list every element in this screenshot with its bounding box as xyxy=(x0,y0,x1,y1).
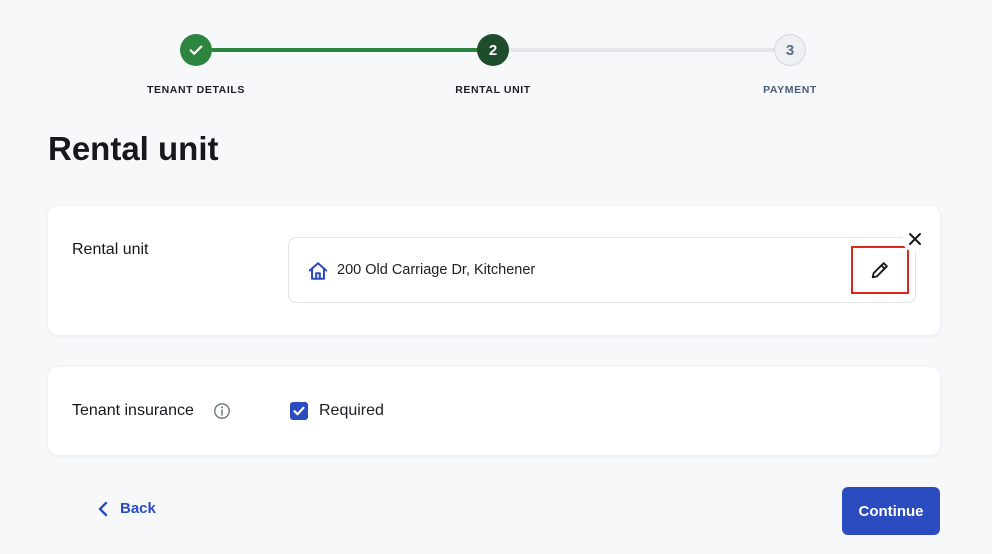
info-icon[interactable] xyxy=(213,402,231,420)
rental-unit-address: 200 Old Carriage Dr, Kitchener xyxy=(337,262,536,278)
rental-unit-selection: 200 Old Carriage Dr, Kitchener xyxy=(288,237,916,303)
check-icon xyxy=(189,45,203,55)
step-3-label: PAYMENT xyxy=(763,84,817,96)
page-title: Rental unit xyxy=(48,130,219,167)
step-1-indicator xyxy=(180,34,212,66)
house-icon xyxy=(308,262,328,280)
checkmark-icon xyxy=(293,406,305,416)
tenant-insurance-card: Tenant insurance Required xyxy=(48,367,940,455)
rental-unit-card: Rental unit 200 Old Carriage Dr, Kitchen… xyxy=(48,206,940,335)
continue-button[interactable]: Continue xyxy=(842,487,940,535)
remove-rental-unit-button[interactable] xyxy=(902,226,928,252)
edit-rental-unit-button[interactable] xyxy=(851,246,909,294)
pencil-icon xyxy=(871,262,888,279)
step-2-indicator: 2 xyxy=(477,34,509,66)
insurance-required-checkbox[interactable] xyxy=(290,402,308,420)
step-3-indicator: 3 xyxy=(774,34,806,66)
stepper-line-complete xyxy=(212,48,480,52)
back-button[interactable]: Back xyxy=(98,500,156,517)
insurance-required-label[interactable]: Required xyxy=(319,402,384,420)
back-label: Back xyxy=(120,500,156,517)
step-2-label: RENTAL UNIT xyxy=(455,84,531,96)
step-1-label: TENANT DETAILS xyxy=(146,84,246,96)
progress-stepper: 2 3 TENANT DETAILS RENTAL UNIT PAYMENT xyxy=(0,0,992,110)
stepper-line-upcoming xyxy=(508,48,776,52)
rental-unit-label: Rental unit xyxy=(72,241,149,258)
tenant-insurance-label: Tenant insurance xyxy=(72,402,194,419)
close-icon xyxy=(909,233,921,245)
chevron-left-icon xyxy=(98,501,108,516)
